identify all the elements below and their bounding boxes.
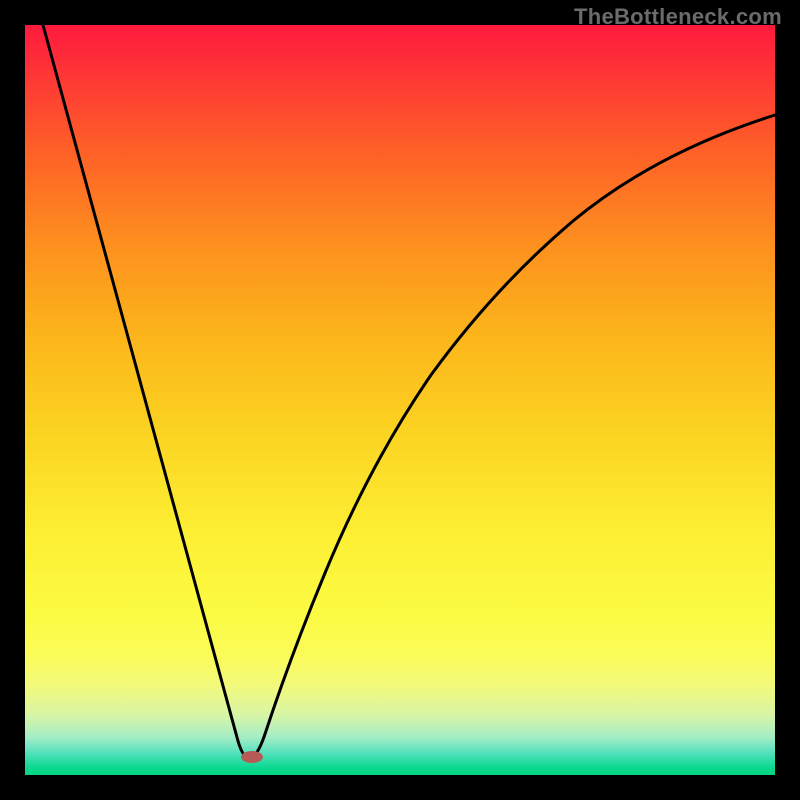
chart-stage: TheBottleneck.com	[0, 0, 800, 800]
source-attribution: TheBottleneck.com	[574, 4, 782, 30]
bottleneck-curve	[25, 25, 775, 775]
curve-path	[43, 25, 775, 758]
chart-plot-area	[25, 25, 775, 775]
